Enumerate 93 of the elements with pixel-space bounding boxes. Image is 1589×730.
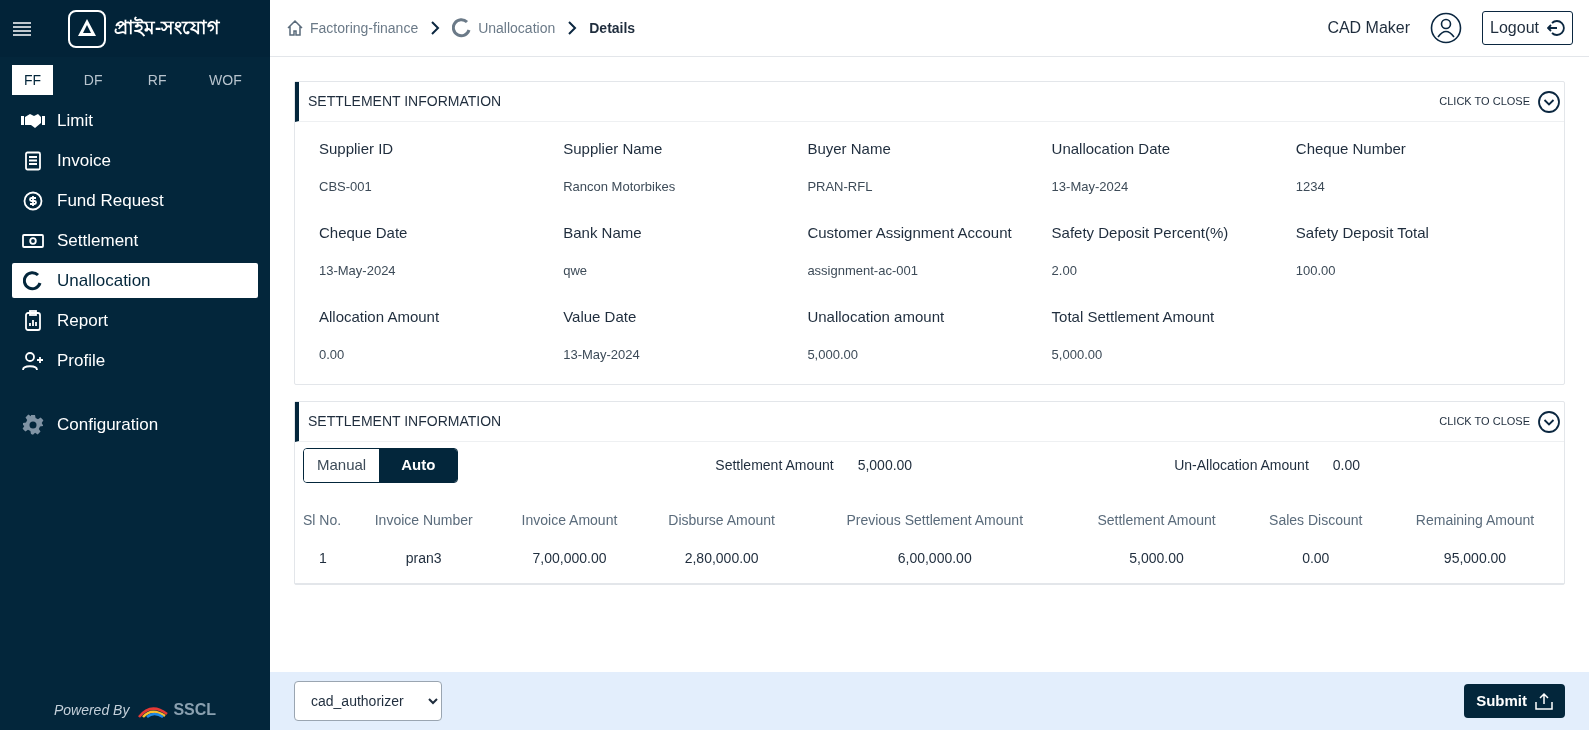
product-tab[interactable]: DF	[69, 65, 118, 95]
sscl-logo: SSCL	[137, 698, 217, 722]
close-toggle-button[interactable]: CLICK TO CLOSE	[1439, 410, 1560, 433]
settlement-amount-label: Settlement Amount	[715, 456, 834, 475]
field-value: 5,000.00	[1051, 345, 1104, 364]
field-value: Rancon Motorbikes	[563, 177, 677, 196]
product-tab[interactable]: WOF	[197, 65, 254, 95]
field-label: Value Date	[563, 307, 638, 327]
field-value: assignment-ac-001	[807, 261, 919, 280]
gear-icon	[22, 413, 44, 436]
unallocation-amount-value: 0.00	[1332, 456, 1361, 475]
field-label: Unallocation Date	[1051, 139, 1171, 159]
field-value: PRAN-RFL	[807, 177, 874, 196]
sidebar-item[interactable]: Invoice	[12, 143, 258, 178]
product-tab[interactable]: RF	[133, 65, 182, 95]
field-label: Total Settlement Amount	[1051, 307, 1216, 327]
document-icon	[23, 150, 43, 171]
field-value: 13-May-2024	[1051, 177, 1130, 196]
clipboard-icon	[23, 309, 43, 332]
user-avatar-icon[interactable]	[1430, 12, 1463, 44]
column-header: Invoice Amount	[520, 510, 619, 530]
menu-icon[interactable]	[12, 20, 32, 37]
sidebar-item[interactable]: Fund Request	[12, 183, 258, 218]
field-value: 13-May-2024	[563, 345, 641, 364]
loading-ring-icon	[452, 18, 473, 38]
field-label: Buyer Name	[807, 139, 892, 159]
chevron-down-circle-icon	[1538, 90, 1560, 113]
field-label: Safety Deposit Percent(%)	[1051, 223, 1230, 243]
table-cell: 0.00	[1245, 535, 1386, 583]
column-header: Previous Settlement Amount	[845, 510, 1025, 530]
field-value: CBS-001	[319, 177, 373, 196]
breadcrumb-link[interactable]: Details	[589, 17, 636, 39]
field-label: Cheque Date	[319, 223, 409, 243]
loading-ring-icon	[23, 270, 43, 291]
field-label: Supplier ID	[319, 139, 395, 159]
brand-name: প্রাইম-সংযোগ	[114, 15, 220, 41]
field-label: Supplier Name	[563, 139, 664, 159]
chevron-down-circle-icon	[1538, 410, 1560, 433]
dollar-coin-icon	[23, 190, 43, 211]
sidebar-item[interactable]: Configuration	[12, 407, 258, 442]
submit-button[interactable]: Submit	[1464, 684, 1565, 718]
home-icon	[286, 19, 304, 37]
breadcrumb-link[interactable]: Factoring-finance	[286, 17, 419, 39]
field-label: Unallocation amount	[807, 307, 946, 327]
logout-button[interactable]: Logout	[1482, 11, 1573, 45]
product-tab[interactable]: FF	[12, 65, 54, 95]
mode-toggle[interactable]: Auto	[379, 449, 458, 482]
panel-title: SETTLEMENT INFORMATION	[308, 412, 502, 431]
user-name: CAD Maker	[1327, 18, 1411, 38]
table-cell: pran3	[350, 535, 498, 583]
sidebar-item[interactable]: Limit	[12, 103, 258, 138]
upload-icon	[1535, 692, 1553, 710]
field-label: Safety Deposit Total	[1295, 223, 1430, 243]
settlement-amount-value: 5,000.00	[857, 456, 913, 475]
panel-title: SETTLEMENT INFORMATION	[308, 92, 502, 111]
field-value: 5,000.00	[807, 345, 859, 364]
chevron-right-icon	[430, 21, 441, 35]
field-value: 2.00	[1051, 261, 1078, 280]
table-cell: 6,00,000.00	[801, 535, 1068, 583]
sidebar-item[interactable]: Unallocation	[12, 263, 258, 298]
field-label: Bank Name	[563, 223, 643, 243]
user-plus-icon	[21, 350, 45, 371]
table-cell: 7,00,000.00	[497, 535, 642, 583]
table-cell: 1	[295, 535, 350, 583]
logout-icon	[1547, 19, 1565, 37]
cash-icon	[22, 232, 44, 249]
sidebar-item[interactable]: Report	[12, 303, 258, 338]
column-header: Sl No.	[302, 510, 343, 530]
column-header: Settlement Amount	[1096, 510, 1217, 530]
field-value: 13-May-2024	[319, 261, 397, 280]
table-cell: 95,000.00	[1386, 535, 1564, 583]
breadcrumb-link[interactable]: Unallocation	[452, 17, 556, 39]
column-header: Disburse Amount	[667, 510, 776, 530]
sidebar-item[interactable]: Settlement	[12, 223, 258, 258]
close-toggle-button[interactable]: CLICK TO CLOSE	[1439, 90, 1560, 113]
sidebar-item[interactable]: Profile	[12, 343, 258, 378]
column-header: Remaining Amount	[1414, 510, 1536, 530]
column-header: Sales Discount	[1268, 510, 1364, 530]
table-cell: 5,000.00	[1067, 535, 1246, 583]
role-select[interactable]: cad_authorizer	[294, 681, 442, 721]
unallocation-amount-label: Un-Allocation Amount	[1174, 456, 1309, 475]
field-value: qwe	[563, 261, 589, 280]
table-cell: 2,80,000.00	[641, 535, 802, 583]
field-value: 100.00	[1295, 261, 1337, 280]
column-header: Invoice Number	[373, 510, 474, 530]
field-label: Customer Assignment Account	[807, 223, 1013, 243]
field-value: 0.00	[319, 345, 346, 364]
powered-by-text: Powered By	[53, 700, 130, 720]
field-label: Cheque Number	[1295, 139, 1407, 159]
chevron-right-icon	[567, 21, 578, 35]
field-value: 1234	[1295, 177, 1326, 196]
field-label: Allocation Amount	[319, 307, 441, 327]
logo-icon	[68, 9, 106, 48]
